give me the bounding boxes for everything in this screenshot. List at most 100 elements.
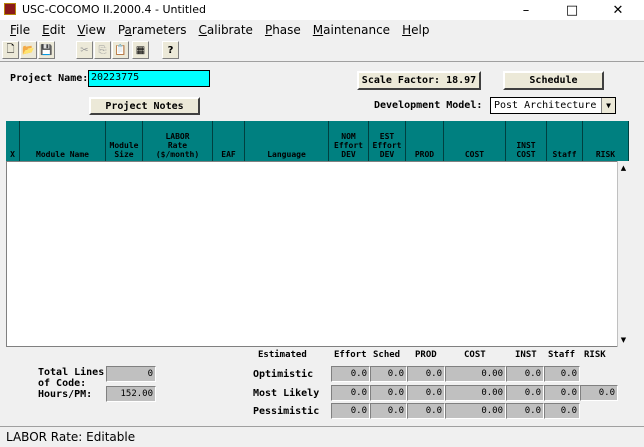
estimate-sched-cell: 0.0 <box>370 366 407 382</box>
estimate-staff-cell: 0.0 <box>544 366 580 382</box>
sched-header: Sched <box>373 350 401 360</box>
status-bar: LABOR Rate: Editable <box>0 426 644 447</box>
menu-text: rameters <box>131 23 187 37</box>
maximize-button[interactable]: □ <box>550 0 594 20</box>
project-name-input[interactable]: 20223775 <box>88 70 210 87</box>
estimate-staff-cell: 0.0 <box>544 385 580 401</box>
menu-item[interactable]: View <box>71 23 111 37</box>
project-name-label: Project Name: <box>10 73 89 84</box>
close-button[interactable]: ✕ <box>596 0 640 20</box>
menu-mnemonic: a <box>124 23 132 37</box>
cost-header: COST <box>464 350 486 360</box>
table-scrollbar[interactable]: ▲ ▼ <box>617 161 629 347</box>
module-table-header: X Module Name Module Size LABOR Rate ($/mon… <box>6 121 629 161</box>
estimate-prod-cell: 0.0 <box>407 385 445 401</box>
column-header-inst: INST COST <box>506 121 547 161</box>
column-header-labor: LABOR Rate ($/month) <box>143 121 213 161</box>
menu-text: aintenance <box>323 23 391 37</box>
estimate-inst-cell: 0.0 <box>506 403 544 419</box>
hours-pm-label: Hours/PM: <box>38 389 93 400</box>
toolbar: 🗋 📂 💾 ✂ ⎘ 📋 ▦ ? <box>0 40 644 62</box>
menu-text: ile <box>16 23 31 37</box>
estimate-cost-cell: 0.00 <box>445 403 506 419</box>
grid-icon[interactable]: ▦ <box>132 41 149 59</box>
copy-icon[interactable]: ⎘ <box>94 41 111 59</box>
menu-item[interactable]: Phase <box>259 23 307 37</box>
menu-text: elp <box>411 23 430 37</box>
menu-item[interactable]: File <box>4 23 36 37</box>
app-icon <box>4 3 16 15</box>
risk-header: RISK <box>584 350 606 360</box>
column-header-cost: COST <box>444 121 506 161</box>
column-header-name: Module Name <box>20 121 106 161</box>
menu-text: dit <box>49 23 66 37</box>
minimize-button[interactable]: – <box>504 0 548 20</box>
estimate-cost-cell: 0.00 <box>445 385 506 401</box>
estimate-row-label: Pessimistic <box>253 406 320 417</box>
window-title: USC-COCOMO II.2000.4 - Untitled <box>22 3 206 16</box>
column-header-est: EST Effort DEV <box>369 121 406 161</box>
scroll-down-icon[interactable]: ▼ <box>618 334 629 345</box>
help-icon[interactable]: ? <box>162 41 179 59</box>
new-file-icon[interactable]: 🗋 <box>2 41 19 59</box>
menu-item[interactable]: Parameters <box>112 23 193 37</box>
development-model-value: Post Architecture <box>494 100 597 111</box>
column-header-x: X <box>6 121 20 161</box>
estimate-sched-cell: 0.0 <box>370 385 407 401</box>
inst-header: INST <box>515 350 537 360</box>
module-table-body[interactable] <box>6 161 629 347</box>
estimate-prod-cell: 0.0 <box>407 403 445 419</box>
total-lines-label: Total Lines of Code: <box>38 367 105 389</box>
paste-icon[interactable]: 📋 <box>112 41 129 59</box>
prod-header: PROD <box>415 350 437 360</box>
column-header-risk: RISK <box>583 121 629 161</box>
column-header-staff: Staff <box>547 121 583 161</box>
estimate-prod-cell: 0.0 <box>407 366 445 382</box>
project-notes-button[interactable]: Project Notes <box>89 97 200 115</box>
estimate-effort-cell: 0.0 <box>331 385 370 401</box>
chevron-down-icon[interactable]: ▼ <box>601 98 615 113</box>
save-icon[interactable]: 💾 <box>38 41 55 59</box>
estimate-row-label: Optimistic <box>253 369 314 380</box>
estimate-inst-cell: 0.0 <box>506 366 544 382</box>
scroll-up-icon[interactable]: ▲ <box>618 162 629 173</box>
staff-header: Staff <box>548 350 576 360</box>
menu-mnemonic: H <box>402 23 412 37</box>
estimate-effort-cell: 0.0 <box>331 366 370 382</box>
column-header-size: Module Size <box>106 121 143 161</box>
column-header-eaf: EAF <box>213 121 245 161</box>
menu-text: P <box>117 23 125 37</box>
cut-icon[interactable]: ✂ <box>76 41 93 59</box>
menu-text: hase <box>272 23 301 37</box>
menu-mnemonic: E <box>42 23 50 37</box>
column-header-nom: NOM Effort DEV <box>329 121 369 161</box>
schedule-button[interactable]: Schedule <box>503 71 604 90</box>
estimate-inst-cell: 0.0 <box>506 385 544 401</box>
scale-factor-button[interactable]: Scale Factor: 18.97 <box>357 71 481 90</box>
hours-pm-value[interactable]: 152.00 <box>106 386 156 402</box>
estimate-risk-cell: 0.0 <box>580 385 618 401</box>
estimate-staff-cell: 0.0 <box>544 403 580 419</box>
estimate-sched-cell: 0.0 <box>370 403 407 419</box>
menu-text: alibrate <box>206 23 253 37</box>
menu-item[interactable]: Calibrate <box>193 23 259 37</box>
development-model-label: Development Model: <box>374 100 483 111</box>
title-bar: USC-COCOMO II.2000.4 - Untitled – □ ✕ <box>0 0 644 20</box>
estimated-header: Estimated <box>258 350 307 360</box>
open-folder-icon[interactable]: 📂 <box>20 41 37 59</box>
estimate-cost-cell: 0.00 <box>445 366 506 382</box>
menu-bar: File Edit View Parameters Calibrate Phase Main… <box>0 21 644 39</box>
estimate-row-label: Most Likely <box>253 388 320 399</box>
development-model-select[interactable]: Post Architecture ▼ <box>490 97 616 114</box>
menu-item[interactable]: Help <box>396 23 435 37</box>
menu-mnemonic: M <box>312 23 324 37</box>
menu-item[interactable]: Edit <box>36 23 71 37</box>
menu-text: iew <box>85 23 106 37</box>
effort-header: Effort <box>334 350 367 360</box>
menu-item[interactable]: Maintenance <box>307 23 396 37</box>
total-lines-value: 0 <box>106 366 156 382</box>
column-header-lang: Language <box>245 121 329 161</box>
menu-mnemonic: C <box>198 23 207 37</box>
column-header-prod: PROD <box>406 121 444 161</box>
estimate-effort-cell: 0.0 <box>331 403 370 419</box>
